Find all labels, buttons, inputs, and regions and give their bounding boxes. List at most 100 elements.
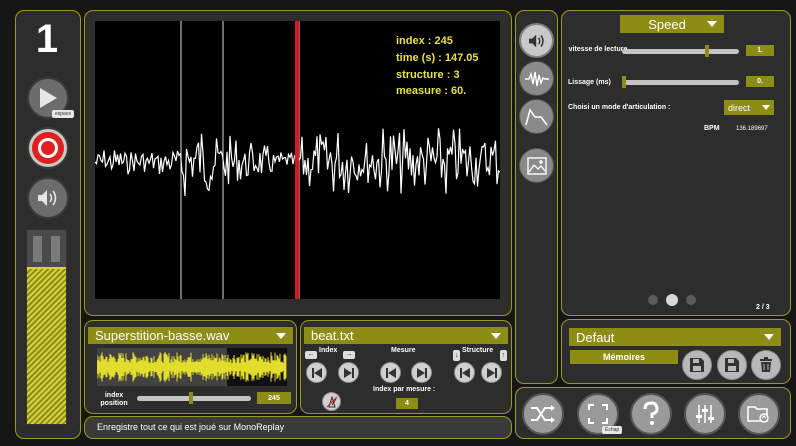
record-icon [32, 132, 64, 164]
chevron-down-icon [491, 332, 501, 339]
vitesse-label: vitesse de lecture [568, 46, 628, 53]
mode-select[interactable]: Speed [620, 15, 724, 33]
preset-value: Defaut [576, 329, 615, 345]
transport-panel: 1 espace [15, 10, 81, 439]
volume-level [27, 267, 66, 424]
time-readout: time (s) : 147.05 [396, 52, 479, 64]
save-as-button[interactable] [682, 350, 712, 380]
mode-waveform-button[interactable] [519, 61, 554, 96]
skip-back-icon [459, 367, 470, 378]
status-message: Enregistre tout ce qui est joué sur Mono… [97, 422, 285, 432]
index-par-mesure-value[interactable]: 4 [396, 398, 418, 409]
skip-forward-icon [416, 367, 427, 378]
beat-file-select[interactable]: beat.txt [304, 327, 508, 344]
metronome-button[interactable] [322, 392, 341, 411]
index-position-thumb[interactable] [189, 392, 193, 404]
shuffle-button[interactable] [522, 393, 564, 435]
structure-readout: structure : 3 [396, 69, 460, 81]
open-folder-button[interactable] [738, 393, 780, 435]
trash-icon [760, 357, 772, 372]
vitesse-slider[interactable] [622, 49, 739, 54]
mode-image-button[interactable] [519, 148, 554, 183]
page-dot-2[interactable] [666, 294, 678, 306]
mode-volume-button[interactable] [519, 23, 554, 58]
memories-panel: Defaut Mémoires [561, 319, 791, 384]
structure-prev-button[interactable] [454, 362, 475, 383]
index-reset-left[interactable]: ← [305, 351, 317, 359]
measure-readout: measure : 60. [396, 85, 467, 97]
record-button[interactable] [27, 127, 69, 169]
structure-nav-label: Structure [462, 347, 494, 354]
structure-next-button[interactable] [481, 362, 502, 383]
vitesse-value[interactable]: 1. [746, 45, 774, 56]
save-button[interactable] [717, 350, 747, 380]
index-par-mesure-label: Index par mesure : [373, 386, 436, 393]
skip-back-icon [385, 367, 396, 378]
help-icon [643, 401, 659, 425]
speed-panel: Speed vitesse de lecture 1. Lissage (ms)… [561, 10, 791, 316]
waveform-display[interactable]: index : 245 time (s) : 147.05 structure … [95, 21, 500, 299]
lissage-label: Lissage (ms) [568, 79, 611, 86]
play-icon [40, 88, 57, 108]
skip-forward-icon [343, 367, 354, 378]
waveform-panel: index : 245 time (s) : 147.05 structure … [84, 10, 512, 316]
index-prev-button[interactable] [306, 362, 327, 383]
folder-open-icon [747, 406, 769, 423]
index-position-value[interactable]: 245 [257, 392, 291, 404]
index-next-button[interactable] [338, 362, 359, 383]
mode-strip [515, 10, 558, 384]
index-position-slider[interactable] [137, 396, 251, 401]
help-button[interactable] [630, 393, 672, 435]
mode-envelope-button[interactable] [519, 99, 554, 134]
bpm-label: BPM [704, 125, 720, 132]
volume-button[interactable] [27, 177, 69, 219]
mesure-prev-button[interactable] [380, 362, 401, 383]
structure-down-toggle[interactable]: ↓ [453, 350, 460, 361]
waveform-icon [524, 71, 549, 86]
index-position-label: index position [100, 392, 128, 407]
mode-select-value: Speed [648, 16, 686, 32]
index-reset-right[interactable]: → [343, 351, 355, 359]
index-readout: index : 245 [396, 35, 453, 47]
save-add-icon [690, 358, 704, 372]
envelope-icon [524, 107, 548, 125]
beat-file-panel: beat.txt Index ← → Mesure Structure ↓ ↑ … [300, 320, 512, 414]
play-tooltip: espace [52, 110, 75, 118]
status-bar: Enregistre tout ce qui est joué sur Mono… [84, 416, 512, 439]
beat-file-name: beat.txt [311, 328, 354, 343]
memoires-label: Mémoires [570, 350, 678, 364]
skip-back-icon [311, 367, 322, 378]
mesure-next-button[interactable] [411, 362, 432, 383]
index-nav-label: Index [319, 347, 338, 354]
save-icon [725, 358, 739, 372]
preset-select[interactable]: Defaut [569, 328, 781, 346]
speaker-icon [528, 34, 544, 47]
structure-up-toggle[interactable]: ↑ [500, 350, 507, 361]
chevron-down-icon [762, 105, 770, 110]
speaker-icon [38, 190, 57, 206]
chevron-down-icon [276, 332, 286, 339]
page-dot-3[interactable] [686, 295, 696, 305]
fullscreen-icon [588, 404, 608, 424]
chevron-down-icon [764, 334, 774, 340]
audio-overview[interactable] [97, 348, 287, 386]
volume-meter[interactable] [26, 229, 67, 425]
bpm-value: 136.189697 [736, 126, 768, 132]
audio-file-name: Superstition-basse.wav [95, 328, 230, 343]
playhead [295, 21, 299, 299]
audio-file-select[interactable]: Superstition-basse.wav [88, 327, 293, 344]
skip-forward-icon [486, 367, 497, 378]
mixer-button[interactable] [684, 393, 726, 435]
articulation-select[interactable]: direct [724, 100, 774, 115]
page-indicator: 2 / 3 [756, 304, 770, 311]
sliders-icon [696, 405, 714, 423]
vitesse-thumb[interactable] [705, 45, 709, 57]
fullscreen-tooltip: Échap [602, 426, 623, 434]
page-dot-1[interactable] [648, 295, 658, 305]
delete-button[interactable] [751, 350, 781, 380]
metronome-off-icon [326, 395, 337, 407]
lissage-thumb[interactable] [622, 76, 626, 88]
lissage-value[interactable]: 0. [746, 76, 774, 87]
bottom-toolbar: Échap [515, 387, 791, 439]
lissage-slider[interactable] [622, 80, 739, 85]
